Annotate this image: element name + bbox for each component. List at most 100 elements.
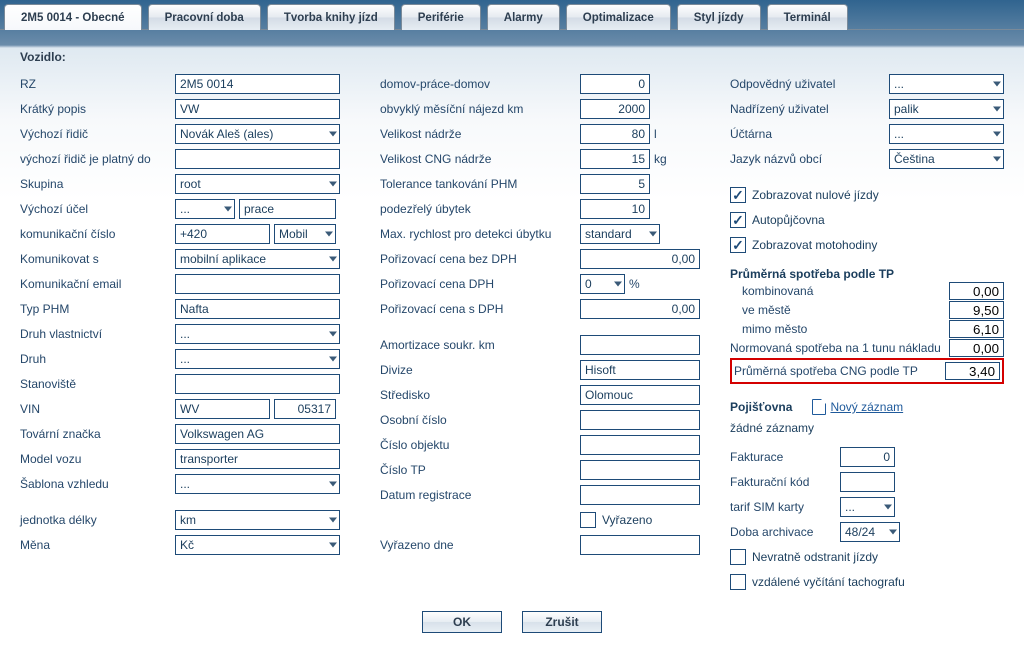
tab-periferie[interactable]: Periférie [401, 4, 481, 30]
nadrizeny-label: Nadřízený uživatel [730, 102, 889, 116]
tab-alarmy[interactable]: Alarmy [487, 4, 560, 30]
mesto-input[interactable] [949, 301, 1004, 319]
cenas-input[interactable] [580, 299, 700, 319]
komunikovat-label: Komunikovat s [20, 252, 175, 266]
cng-consume-input[interactable] [945, 362, 1000, 380]
mesto-label: ve městě [730, 303, 949, 317]
druhvlast-select[interactable]: ... [175, 324, 340, 344]
oscislo-input[interactable] [580, 410, 700, 430]
vyrazenodne-label: Vyřazeno dne [380, 538, 580, 552]
mimo-input[interactable] [949, 320, 1004, 338]
faktkod-label: Fakturační kód [730, 475, 840, 489]
mena-select[interactable]: Kč [175, 535, 340, 555]
vin-left-input[interactable] [175, 399, 270, 419]
mena-label: Měna [20, 538, 175, 552]
komb-input[interactable] [949, 282, 1004, 300]
cng-input[interactable] [580, 149, 650, 169]
platnydo-input[interactable] [175, 149, 340, 169]
vyrazeno-chk-label: Vyřazeno [602, 513, 652, 527]
znacka-input[interactable] [175, 424, 340, 444]
najezd-input[interactable] [580, 99, 650, 119]
fakturace-input[interactable] [840, 447, 895, 467]
model-input[interactable] [175, 449, 340, 469]
komunikovat-select[interactable]: mobilní aplikace [175, 249, 340, 269]
motohodiny-checkbox[interactable] [730, 237, 746, 253]
divize-input[interactable] [580, 360, 700, 380]
ubytek-input[interactable] [580, 199, 650, 219]
novy-zaznam-link[interactable]: Nový záznam [830, 400, 903, 414]
archivace-select[interactable]: 48/24 [840, 522, 900, 542]
cancel-button[interactable]: Zrušit [522, 611, 602, 633]
jednotka-select[interactable]: km [175, 510, 340, 530]
tab-optimalizace[interactable]: Optimalizace [566, 4, 671, 30]
cenabez-input[interactable] [580, 249, 700, 269]
uctarna-select[interactable]: ... [889, 124, 1004, 144]
cisloobj-input[interactable] [580, 435, 700, 455]
stredisko-input[interactable] [580, 385, 700, 405]
norm-label: Normovaná spotřeba na 1 tunu nákladu [730, 341, 949, 355]
faktkod-input[interactable] [840, 472, 895, 492]
komcislo-type-select[interactable]: Mobil [274, 224, 336, 244]
cng-unit: kg [654, 152, 667, 166]
nadrz-input[interactable] [580, 124, 650, 144]
vzdalene-checkbox[interactable] [730, 574, 746, 590]
domov-input[interactable] [580, 74, 650, 94]
skupina-label: Skupina [20, 177, 175, 191]
domov-label: domov-práce-domov [380, 77, 580, 91]
cislotp-label: Číslo TP [380, 463, 580, 477]
cenabez-label: Pořizovací cena bez DPH [380, 252, 580, 266]
pojistovna-title: Pojišťovna [730, 400, 792, 414]
najezd-label: obvyklý měsíční nájezd km [380, 102, 580, 116]
amortizace-input[interactable] [580, 335, 700, 355]
jazyk-select[interactable]: Čeština [889, 149, 1004, 169]
odpovedny-select[interactable]: ... [889, 74, 1004, 94]
rz-input[interactable] [175, 74, 340, 94]
znacka-label: Tovární značka [20, 427, 175, 441]
komemail-input[interactable] [175, 274, 340, 294]
cisloobj-label: Číslo objektu [380, 438, 580, 452]
komcislo-label: komunikační číslo [20, 227, 175, 241]
sablona-select[interactable]: ... [175, 474, 340, 494]
komcislo-input[interactable] [175, 224, 270, 244]
nevratne-checkbox[interactable] [730, 549, 746, 565]
datum-input[interactable] [580, 485, 700, 505]
ucel-input[interactable] [239, 199, 336, 219]
skupina-select[interactable]: root [175, 174, 340, 194]
nadrz-unit: l [654, 127, 657, 141]
cenadph-select[interactable]: 0 [580, 274, 625, 294]
ucel-select[interactable]: ... [175, 199, 235, 219]
jednotka-label: jednotka délky [20, 513, 175, 527]
autopujcovna-checkbox[interactable] [730, 212, 746, 228]
stanoviste-input[interactable] [175, 374, 340, 394]
tab-obecne[interactable]: 2M5 0014 - Obecné [4, 4, 142, 30]
tab-styl-jizdy[interactable]: Styl jízdy [677, 4, 761, 30]
cenadph-unit: % [629, 277, 640, 291]
nulove-checkbox[interactable] [730, 187, 746, 203]
tab-pracovni-doba[interactable]: Pracovní doba [148, 4, 261, 30]
column-right: Odpovědný uživatel... Nadřízený uživatel… [730, 70, 1004, 596]
druh-select[interactable]: ... [175, 349, 340, 369]
tarif-select[interactable]: ... [840, 497, 895, 517]
tab-terminal[interactable]: Terminál [767, 4, 848, 30]
cislotp-input[interactable] [580, 460, 700, 480]
stredisko-label: Středisko [380, 388, 580, 402]
norm-input[interactable] [949, 339, 1004, 357]
autopujcovna-label: Autopůjčovna [752, 213, 825, 227]
typphm-input[interactable] [175, 299, 340, 319]
vin-label: VIN [20, 402, 175, 416]
nadrizeny-select[interactable]: palik [889, 99, 1004, 119]
datum-label: Datum registrace [380, 488, 580, 502]
tolerance-input[interactable] [580, 174, 650, 194]
vychozi-ridic-select[interactable]: Novák Aleš (ales) [175, 124, 340, 144]
kratky-input[interactable] [175, 99, 340, 119]
ok-button[interactable]: OK [422, 611, 502, 633]
tab-tvorba-knihy[interactable]: Tvorba knihy jízd [267, 4, 395, 30]
vyrazeno-checkbox[interactable] [580, 512, 596, 528]
ucel-label: Výchozí účel [20, 202, 175, 216]
vyrazenodne-input[interactable] [580, 535, 700, 555]
amortizace-label: Amortizace soukr. km [380, 338, 580, 352]
vin-right-input[interactable] [274, 399, 336, 419]
jazyk-label: Jazyk názvů obcí [730, 152, 889, 166]
maxrychlost-select[interactable]: standard [580, 224, 660, 244]
section-vozidlo: Vozidlo: [20, 50, 1004, 64]
